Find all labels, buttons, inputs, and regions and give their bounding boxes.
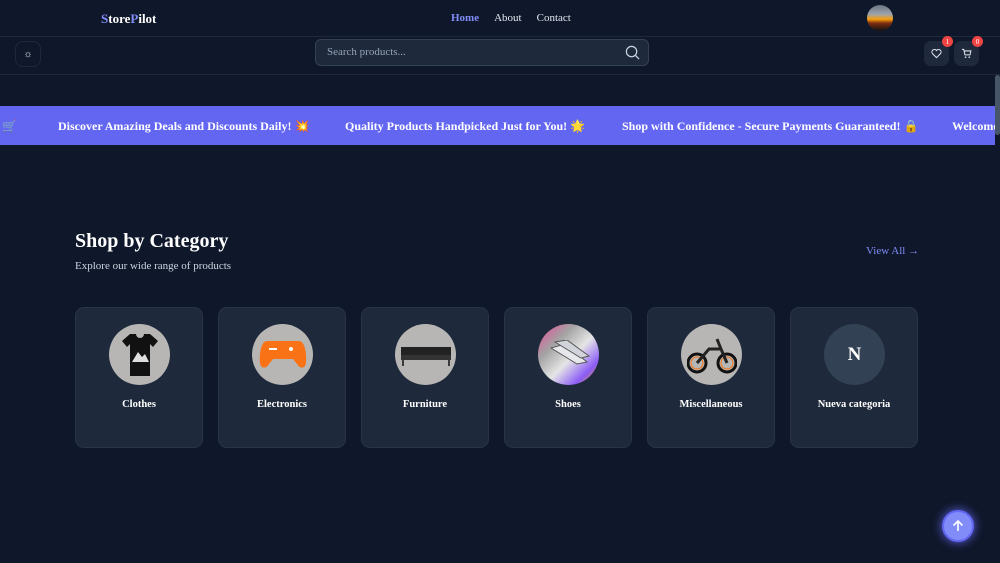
section-subtitle: Explore our wide range of products bbox=[75, 260, 232, 272]
user-avatar[interactable] bbox=[867, 5, 893, 31]
category-grid: Clothes Electronics Furniture Shoes Misc… bbox=[75, 307, 918, 448]
marquee-item: 🛒 bbox=[2, 119, 17, 133]
search-icon[interactable] bbox=[625, 45, 640, 60]
category-card-furniture[interactable]: Furniture bbox=[361, 307, 489, 448]
wishlist-button[interactable]: 1 bbox=[924, 36, 953, 66]
category-card-miscellaneous[interactable]: Miscellaneous bbox=[647, 307, 775, 448]
category-image-furniture bbox=[395, 324, 456, 385]
category-card-electronics[interactable]: Electronics bbox=[218, 307, 346, 448]
category-card-shoes[interactable]: Shoes bbox=[504, 307, 632, 448]
cart-button[interactable]: 0 bbox=[954, 36, 983, 66]
cart-badge: 0 bbox=[972, 36, 983, 47]
nav-contact[interactable]: Contact bbox=[537, 12, 571, 24]
logo[interactable]: StorePilot bbox=[101, 11, 156, 27]
search-bar bbox=[315, 39, 649, 66]
marquee-item: Discover Amazing Deals and Discounts Dai… bbox=[58, 119, 310, 133]
category-card-clothes[interactable]: Clothes bbox=[75, 307, 203, 448]
promo-marquee: 🛒 Discover Amazing Deals and Discounts D… bbox=[0, 106, 995, 145]
category-name: Furniture bbox=[402, 399, 448, 410]
category-name: Electronics bbox=[257, 399, 307, 410]
marquee-item: Welcome bbox=[952, 119, 995, 133]
category-name: Nueva categoria bbox=[817, 399, 891, 410]
marquee-item: Quality Products Handpicked Just for You… bbox=[345, 119, 586, 133]
heart-icon bbox=[931, 49, 942, 59]
search-input[interactable] bbox=[327, 46, 617, 58]
nav-home[interactable]: Home bbox=[451, 12, 479, 24]
category-initial-placeholder: N bbox=[824, 324, 885, 385]
top-nav: StorePilot Home About Contact bbox=[0, 0, 1000, 37]
view-all-link[interactable]: View All → bbox=[866, 245, 919, 257]
toolbar: ☼ 1 0 bbox=[0, 36, 1000, 75]
arrow-up-icon bbox=[952, 519, 964, 531]
section-title: Shop by Category bbox=[75, 230, 229, 252]
scroll-to-top-button[interactable] bbox=[942, 510, 974, 542]
theme-toggle-button[interactable]: ☼ bbox=[15, 41, 41, 67]
category-image-shoes bbox=[538, 324, 599, 385]
sun-icon: ☼ bbox=[23, 48, 33, 60]
scrollbar[interactable] bbox=[995, 75, 1000, 563]
marquee-item: Shop with Confidence - Secure Payments G… bbox=[622, 119, 919, 133]
cart-icon bbox=[961, 48, 972, 58]
wishlist-badge: 1 bbox=[942, 36, 953, 47]
category-name: Clothes bbox=[122, 399, 156, 410]
main-nav: Home About Contact bbox=[451, 12, 571, 24]
category-image-miscellaneous bbox=[681, 324, 742, 385]
scrollbar-thumb[interactable] bbox=[995, 75, 1000, 135]
category-name: Shoes bbox=[555, 399, 581, 410]
category-image-clothes bbox=[109, 324, 170, 385]
nav-about[interactable]: About bbox=[494, 12, 522, 24]
category-card-nueva-categoria[interactable]: N Nueva categoria bbox=[790, 307, 918, 448]
category-name: Miscellaneous bbox=[679, 399, 743, 410]
category-image-electronics bbox=[252, 324, 313, 385]
arrow-right-icon: → bbox=[908, 245, 920, 257]
